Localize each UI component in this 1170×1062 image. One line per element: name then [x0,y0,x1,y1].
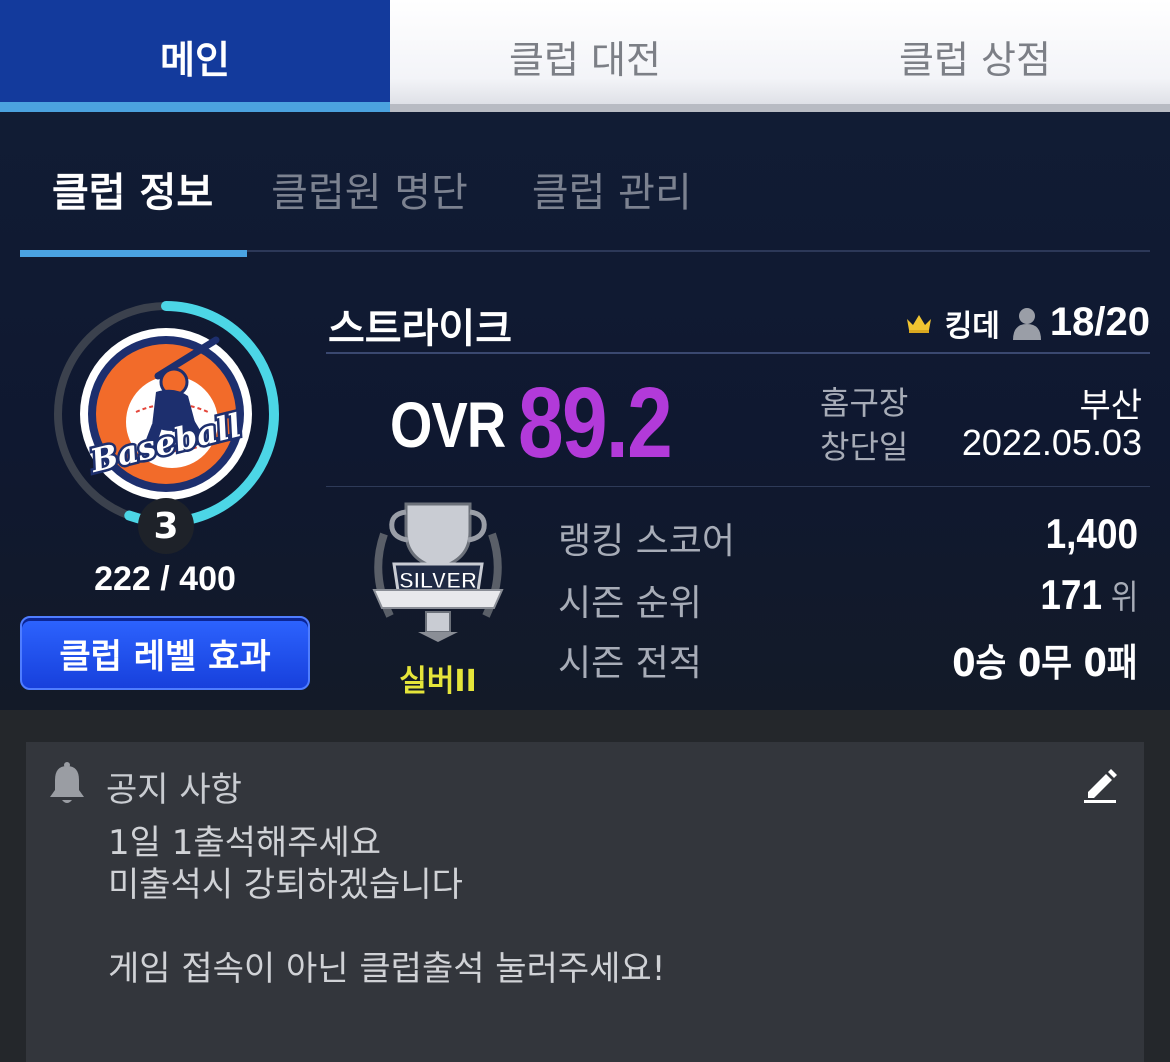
tab-club-members[interactable]: 클럽원 명단 [271,160,468,236]
season-rank-unit: 위 [1110,578,1138,618]
home-stadium-value: 부산 [1079,386,1142,426]
person-icon [1012,307,1041,340]
tab-club-shop[interactable]: 클럽 상점 [780,0,1170,112]
season-record-label: 시즌 전적 [558,643,702,684]
club-level-effect-button[interactable]: 클럽 레벨 효과 [20,616,310,690]
silver-trophy-emblem: SILVER [372,502,504,642]
baseball-emblem: Baseball [80,328,252,500]
season-record-value: 0승 0무 0패 [952,641,1138,685]
notice-line: 미출석시 강퇴하겠습니다 [108,865,463,905]
season-rank-label: 시즌 순위 [558,583,702,624]
notice-line [108,906,665,948]
tab-main[interactable]: 메인 [0,0,390,112]
ranking-score-label: 랭킹 스코어 [558,521,736,562]
club-stats-divider [326,486,1150,487]
tab-club-management[interactable]: 클럽 관리 [532,160,692,236]
main-tab-bar: 메인 클럽 대전 클럽 상점 [0,0,1170,112]
founded-date-label: 창단일 [820,428,909,466]
bell-icon [50,762,84,803]
club-header-divider [326,352,1150,354]
founded-date-value: 2022.05.03 [961,422,1142,463]
edit-icon[interactable] [1080,764,1120,804]
club-member-count: 18/20 [1049,300,1150,344]
tier-name: 실버II [399,664,477,699]
club-name: 스트라이크 [328,306,512,352]
tier-emblem-text: SILVER [399,568,477,593]
tab-club-info[interactable]: 클럽 정보 [52,160,213,236]
tab-club-battle[interactable]: 클럽 대전 [390,0,780,112]
notice-title: 공지 사항 [106,770,242,810]
ranking-score-value: 1,400 [1045,510,1138,557]
notice-body: 1일 1출석해주세요 미출석시 강퇴하겠습니다 게임 접속이 아닌 클럽출석 눌… [108,822,665,990]
club-level-badge: 3 [138,498,194,554]
notice-panel: 공지 사항 1일 1출석해주세요 미출석시 강퇴하겠습니다 게임 접속이 아닌 … [26,742,1144,1062]
notice-line: 1일 1출석해주세요 [108,823,382,863]
season-rank-value: 171 [1040,571,1102,618]
ovr-label: OVR [390,389,506,461]
crown-icon [906,314,931,333]
season-rank: 171 위 [1040,570,1138,619]
notice-line: 게임 접속이 아닌 클럽출석 눌러주세요! [108,949,666,989]
home-stadium-label: 홈구장 [820,384,909,422]
club-leader-info: 킹데 18/20 [905,300,1150,345]
sub-tab-bar: 클럽 정보 클럽원 명단 클럽 관리 [20,160,692,236]
club-leader-name: 킹데 [944,308,1000,344]
club-exp-text: 222 / 400 [94,560,236,598]
sub-tab-active-indicator [20,250,247,257]
ovr-value: 89.2 [518,367,673,479]
